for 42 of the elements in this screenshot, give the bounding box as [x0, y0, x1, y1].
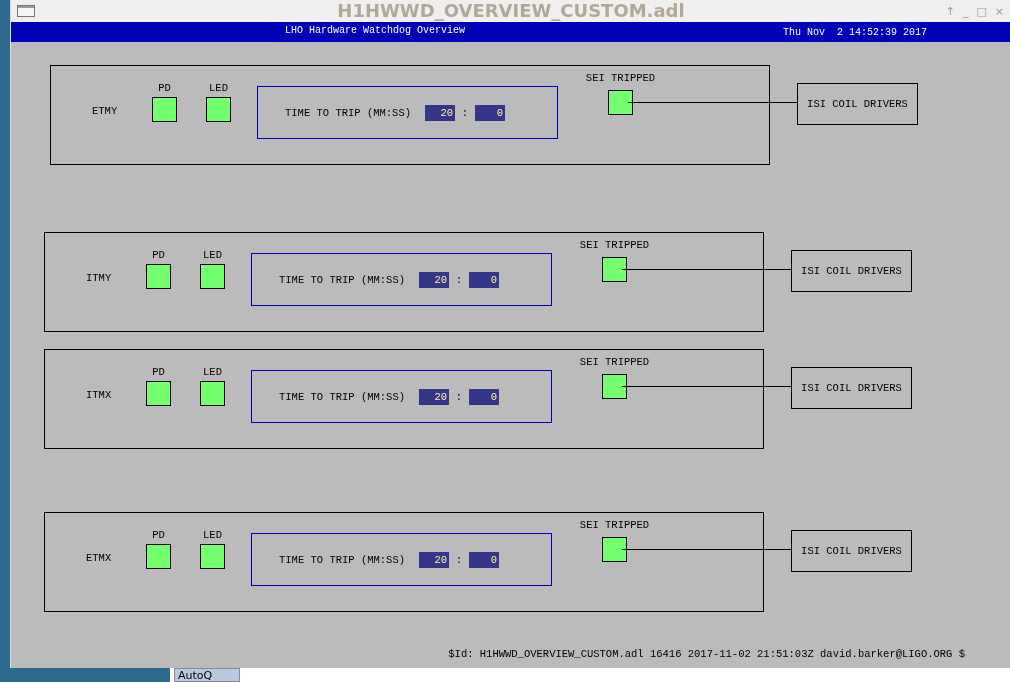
window-title: H1HWWD_OVERVIEW_CUSTOM.adl: [337, 0, 685, 22]
panel-name: ETMX: [86, 552, 113, 564]
coil-drivers-box[interactable]: ISI COIL DRIVERS: [797, 83, 918, 125]
time-separator: :: [454, 390, 464, 403]
time-label: TIME TO TRIP (MM:SS): [279, 273, 407, 286]
coil-drivers-box[interactable]: ISI COIL DRIVERS: [791, 367, 912, 409]
time-label: TIME TO TRIP (MM:SS): [279, 390, 407, 403]
indicator-label: LED: [203, 529, 222, 543]
taskbar-button[interactable]: AutoQ: [174, 668, 240, 682]
indicator-label: SEI TRIPPED: [579, 519, 650, 533]
minutes-readout: 20: [419, 271, 449, 288]
minutes-readout: 20: [419, 551, 449, 568]
minutes-readout: 20: [425, 104, 455, 121]
indicator-label: PD: [152, 249, 165, 263]
indicator-label: LED: [203, 366, 222, 380]
panel-name: ETMY: [92, 105, 119, 117]
panel-name: ITMY: [86, 272, 113, 284]
indicator-label: LED: [203, 249, 222, 263]
window-menu-icon[interactable]: [17, 5, 35, 17]
indicator-label: SEI TRIPPED: [579, 356, 650, 370]
time-separator: :: [460, 106, 470, 119]
seconds-readout: 0: [469, 551, 499, 568]
indicator-label: PD: [152, 529, 165, 543]
coil-drivers-box[interactable]: ISI COIL DRIVERS: [791, 250, 912, 292]
indicator-label: PD: [152, 366, 165, 380]
time-separator: :: [454, 553, 464, 566]
minutes-readout: 20: [419, 388, 449, 405]
time-label: TIME TO TRIP (MM:SS): [285, 106, 413, 119]
time-separator: :: [454, 273, 464, 286]
coil-drivers-box[interactable]: ISI COIL DRIVERS: [791, 530, 912, 572]
header-title: LHO Hardware Watchdog Overview: [285, 25, 466, 36]
indicator-label: PD: [158, 82, 171, 96]
seconds-readout: 0: [469, 271, 499, 288]
header-datetime: Thu Nov 2 14:52:39 2017: [782, 26, 927, 38]
indicator-label: SEI TRIPPED: [585, 72, 656, 86]
seconds-readout: 0: [475, 104, 505, 121]
panel-name: ITMX: [86, 389, 113, 401]
indicator-label: SEI TRIPPED: [579, 239, 650, 253]
revision-id: $Id: H1HWWD_OVERVIEW_CUSTOM.adl 16416 2017-11-02 21:51:03Z david.barker@LIGO.ORG $: [448, 648, 965, 660]
seconds-readout: 0: [469, 388, 499, 405]
time-label: TIME TO TRIP (MM:SS): [279, 553, 407, 566]
indicator-label: LED: [209, 82, 228, 96]
